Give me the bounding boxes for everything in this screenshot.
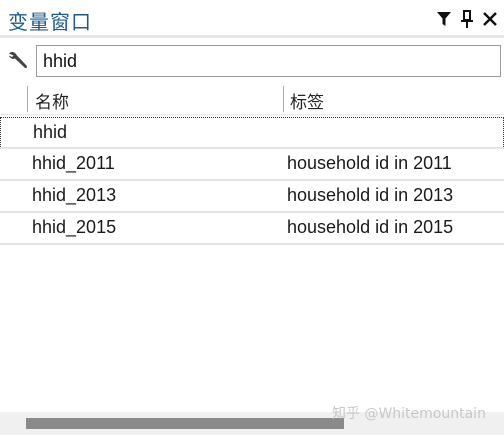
pin-icon[interactable]: [459, 9, 475, 29]
title-toolbar: [436, 9, 498, 29]
table-row[interactable]: hhid_2013 household id in 2013: [0, 181, 504, 213]
table-row[interactable]: hhid: [0, 117, 504, 149]
watermark: 知乎 @Whitemountain: [332, 406, 486, 422]
search-input[interactable]: [36, 45, 501, 77]
variable-label: household id in 2013: [287, 185, 454, 205]
filter-icon[interactable]: [436, 9, 452, 29]
close-icon[interactable]: [482, 9, 498, 29]
window-title: 变量窗口: [8, 10, 92, 34]
table-row[interactable]: hhid_2015 household id in 2015: [0, 213, 504, 245]
variable-label: household id in 2011: [287, 153, 452, 173]
column-header-name[interactable]: 名称: [35, 88, 69, 113]
window-titlebar: 变量窗口: [0, 0, 504, 38]
search-bar: [0, 40, 504, 82]
table-row[interactable]: hhid_2011 household id in 2011: [0, 149, 504, 181]
variable-name: hhid_2011: [32, 153, 115, 173]
grid-header: 名称 标签: [0, 84, 504, 115]
column-separator[interactable]: [27, 86, 28, 112]
wrench-icon[interactable]: [6, 49, 30, 73]
variable-list: hhid hhid_2011 household id in 2011 hhid…: [0, 117, 504, 245]
variable-name: hhid: [33, 122, 68, 142]
variable-name: hhid_2013: [32, 185, 117, 205]
variable-name: hhid_2015: [32, 217, 117, 237]
column-separator[interactable]: [283, 86, 284, 112]
column-header-label[interactable]: 标签: [290, 88, 324, 113]
variable-label: household id in 2015: [287, 217, 454, 237]
scrollbar-thumb[interactable]: [26, 418, 344, 429]
